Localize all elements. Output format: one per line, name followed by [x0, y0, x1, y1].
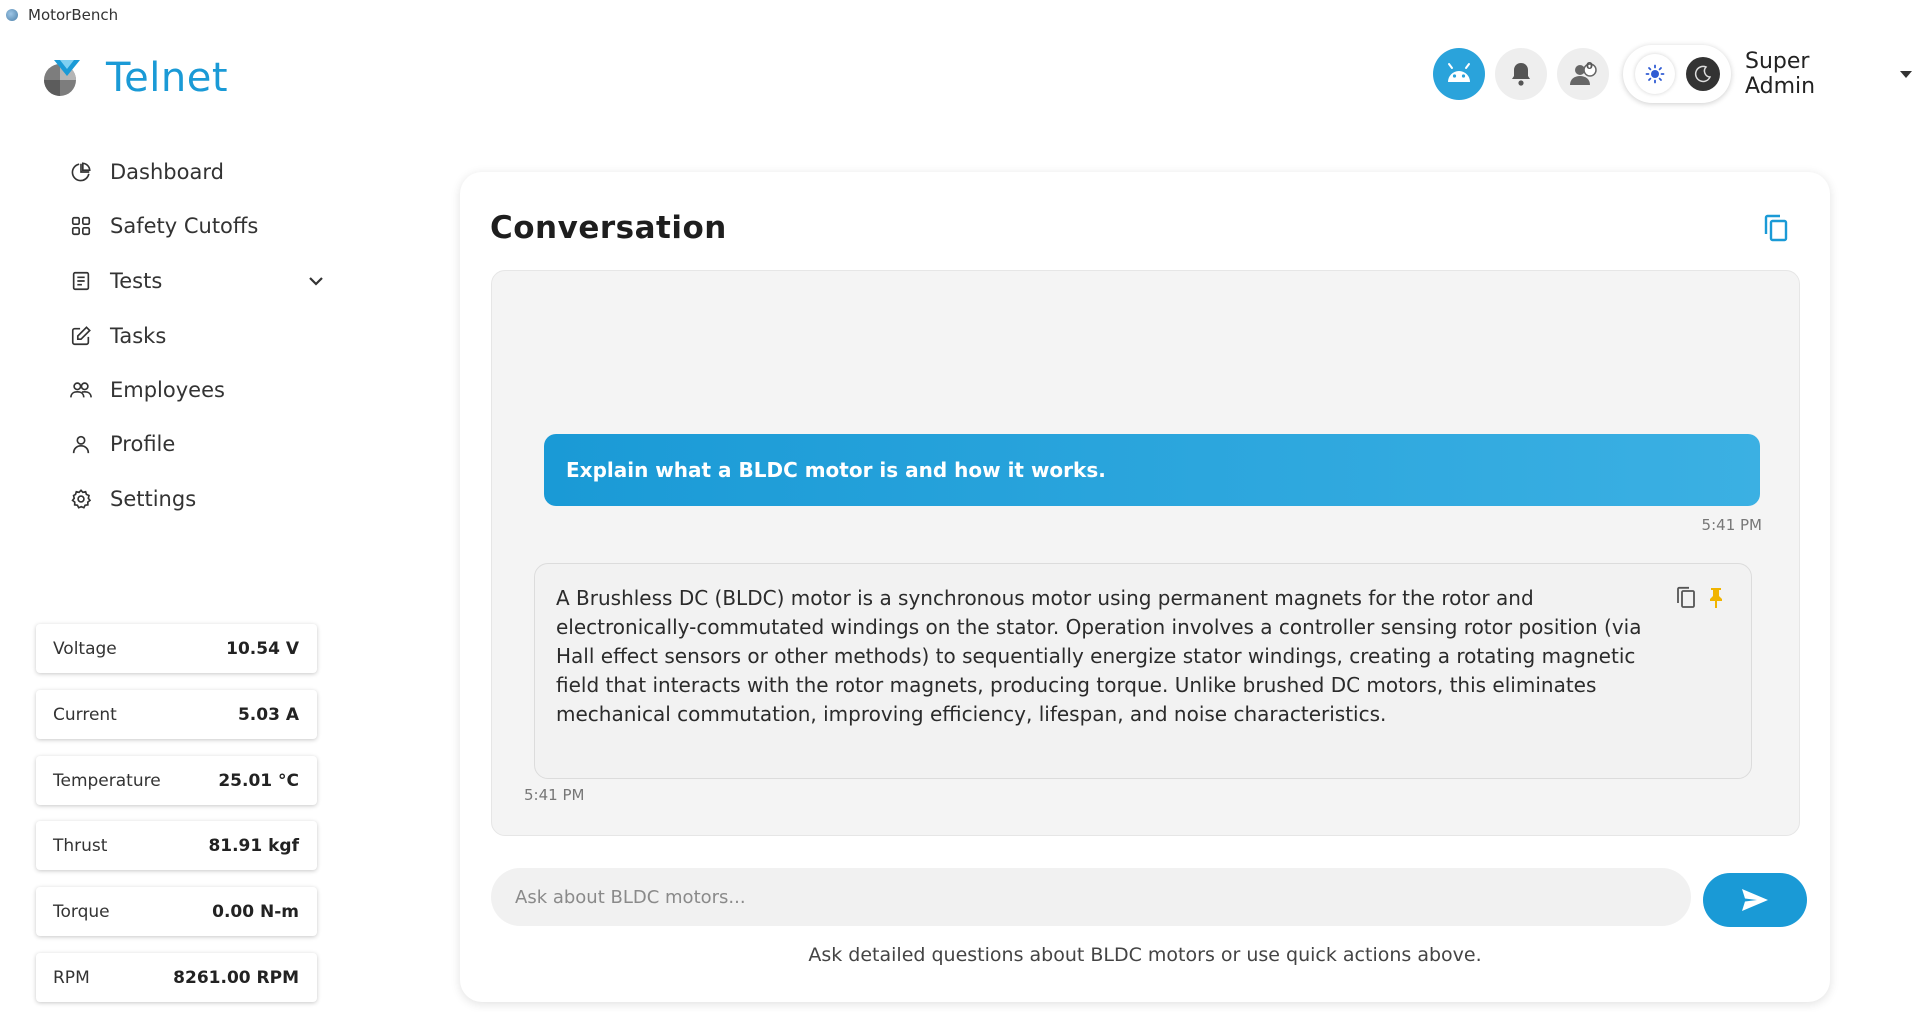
- metric-card-temperature: Temperature 25.01 °C: [36, 756, 317, 805]
- metric-value: 8261.00 RPM: [173, 967, 299, 988]
- helper-text: Ask detailed questions about BLDC motors…: [808, 944, 1482, 966]
- metric-label: Thrust: [53, 835, 108, 856]
- moon-icon: [1694, 65, 1711, 83]
- users-icon: [68, 377, 94, 403]
- copy-icon[interactable]: [1760, 212, 1792, 244]
- sidebar-item-employees[interactable]: Employees: [68, 368, 328, 412]
- sidebar-item-label: Safety Cutoffs: [110, 214, 259, 238]
- logo-icon: [44, 60, 80, 96]
- metric-card-thrust: Thrust 81.91 kgf: [36, 821, 317, 870]
- metric-value: 81.91 kgf: [208, 835, 299, 856]
- metric-card-rpm: RPM 8261.00 RPM: [36, 953, 317, 1002]
- metric-value: 10.54 V: [226, 638, 299, 659]
- user-badge-button[interactable]: 0: [1557, 48, 1609, 100]
- edit-icon: [68, 323, 94, 349]
- pie-chart-icon: [68, 159, 94, 185]
- assistant-message-time: 5:41 PM: [524, 786, 585, 804]
- send-button[interactable]: [1703, 873, 1807, 927]
- chevron-down-icon[interactable]: [304, 269, 328, 293]
- pin-icon[interactable]: [1703, 584, 1729, 610]
- sidebar-item-label: Employees: [110, 378, 225, 402]
- brand[interactable]: Telnet: [40, 55, 228, 101]
- metric-label: Temperature: [53, 770, 161, 791]
- user-message-time: 5:41 PM: [1701, 516, 1762, 534]
- sidebar-item-settings[interactable]: Settings: [68, 477, 328, 521]
- user-icon: [68, 431, 94, 457]
- copy-icon[interactable]: [1673, 584, 1699, 610]
- user-message-text: Explain what a BLDC motor is and how it …: [566, 458, 1106, 482]
- metric-value: 25.01 °C: [218, 770, 299, 791]
- metric-value: 0.00 N-m: [212, 901, 299, 922]
- sidebar-item-label: Settings: [110, 487, 197, 511]
- user-badge-count: 0: [1586, 61, 1593, 72]
- metric-card-torque: Torque 0.00 N-m: [36, 887, 317, 936]
- android-icon: [1448, 63, 1470, 82]
- user-name: Super Admin: [1745, 49, 1816, 99]
- android-button[interactable]: [1433, 48, 1485, 100]
- window-title: MotorBench: [28, 6, 119, 24]
- card-title: Conversation: [490, 210, 727, 246]
- metric-label: RPM: [53, 967, 90, 988]
- metric-card-voltage: Voltage 10.54 V: [36, 624, 317, 673]
- sidebar-item-safety-cutoffs[interactable]: Safety Cutoffs: [68, 204, 328, 248]
- send-icon: [1742, 889, 1768, 911]
- brand-name: Telnet: [106, 55, 229, 101]
- notifications-button[interactable]: [1495, 48, 1547, 100]
- message-actions: [1673, 584, 1729, 610]
- light-mode-button[interactable]: [1634, 54, 1675, 94]
- gear-icon: [68, 486, 94, 512]
- grid-icon: [68, 213, 94, 239]
- bell-icon: [1512, 63, 1530, 86]
- assistant-message-bubble: A Brushless DC (BLDC) motor is a synchro…: [534, 563, 1752, 779]
- window-titlebar: MotorBench: [0, 0, 1912, 30]
- ask-input[interactable]: [491, 868, 1691, 926]
- sidebar-item-label: Tasks: [110, 324, 167, 348]
- sidebar-item-dashboard[interactable]: Dashboard: [68, 150, 328, 194]
- metric-value: 5.03 A: [237, 704, 299, 725]
- metric-card-current: Current 5.03 A: [36, 690, 317, 739]
- metric-label: Torque: [53, 901, 110, 922]
- sidebar-item-label: Tests: [110, 269, 163, 293]
- dark-mode-button[interactable]: [1685, 57, 1720, 91]
- metric-label: Current: [53, 704, 117, 725]
- user-menu[interactable]: Super Admin: [1745, 49, 1912, 99]
- caret-down-icon: [1900, 70, 1912, 78]
- assistant-message-text: A Brushless DC (BLDC) motor is a synchro…: [556, 586, 1642, 726]
- sidebar-item-profile[interactable]: Profile: [68, 422, 328, 466]
- metric-label: Voltage: [53, 638, 117, 659]
- app-icon: [6, 9, 18, 21]
- theme-toggle[interactable]: [1623, 45, 1731, 103]
- sidebar-item-label: Profile: [110, 432, 176, 456]
- sidebar-item-tasks[interactable]: Tasks: [68, 314, 328, 358]
- sun-icon: [1645, 64, 1664, 84]
- sidebar-item-tests[interactable]: Tests: [68, 259, 328, 303]
- clipboard-icon: [68, 268, 94, 294]
- user-badge-icon: [1570, 63, 1597, 85]
- sidebar-item-label: Dashboard: [110, 160, 224, 184]
- user-message-bubble: Explain what a BLDC motor is and how it …: [544, 434, 1760, 506]
- conversation-card: Conversation Explain what a BLDC motor i…: [460, 172, 1830, 1002]
- chat-area[interactable]: Explain what a BLDC motor is and how it …: [491, 270, 1800, 836]
